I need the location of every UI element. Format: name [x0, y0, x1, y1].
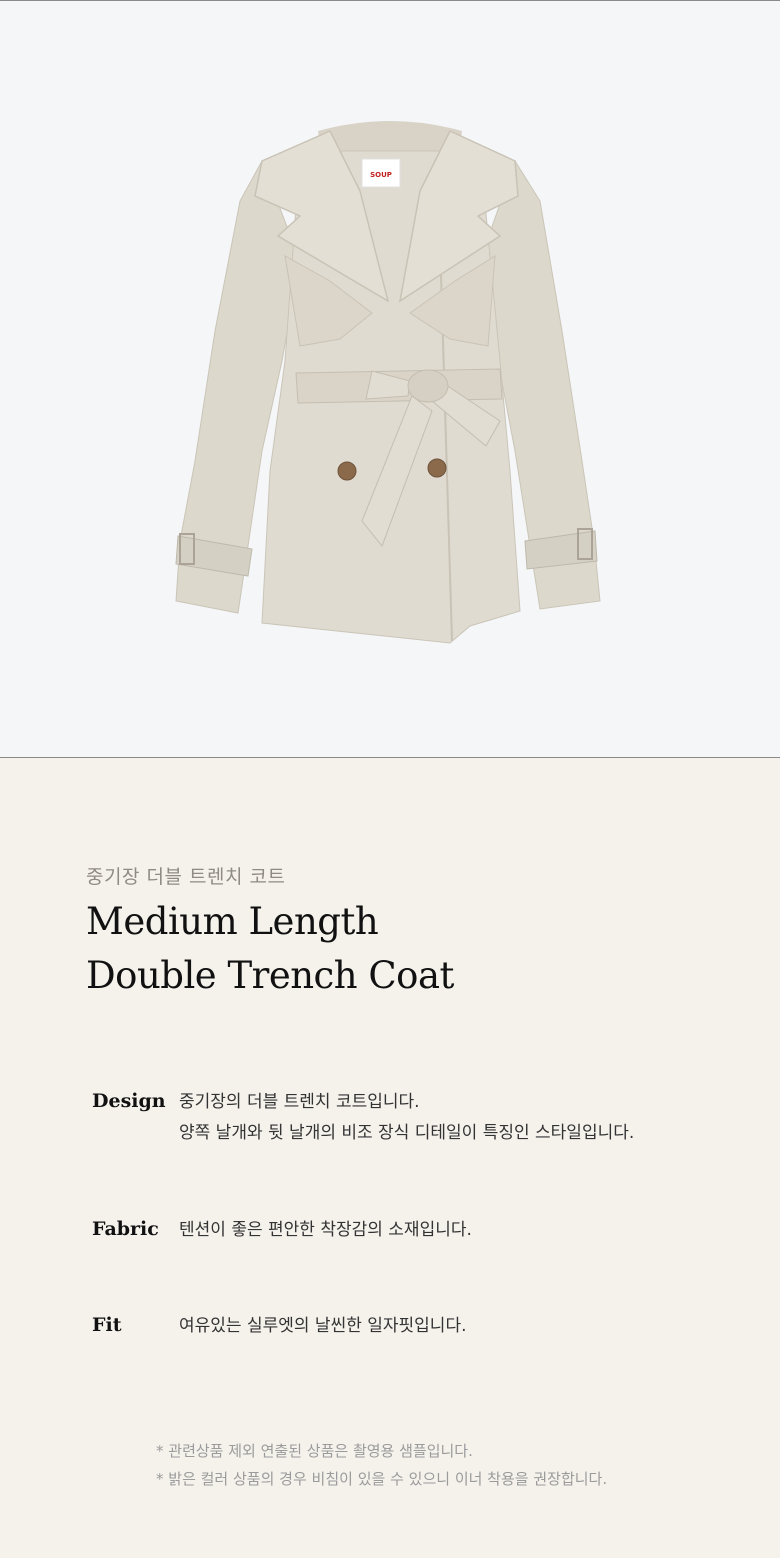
spec-line: 양쪽 날개와 뒷 날개의 비조 장식 디테일이 특징인 스타일입니다. [179, 1123, 635, 1143]
spec-text-fit: 여유있는 실루엣의 날씬한 일자핏입니다. [179, 1311, 467, 1342]
spec-label-design: Design [92, 1090, 166, 1112]
spec-text-fabric: 텐션이 좋은 편안한 착장감의 소재입니다. [179, 1215, 472, 1246]
spec-label-fit: Fit [92, 1314, 122, 1336]
spec-line: 중기장의 더블 트렌치 코트입니다. [179, 1092, 420, 1112]
product-detail-page: SOUP 중기장 더블 트렌치 코트 Medium Length Double … [0, 0, 780, 1558]
footnote: * 관련상품 제외 연출된 상품은 촬영용 샘플입니다. [156, 1442, 473, 1460]
brand-tag: SOUP [370, 171, 392, 179]
spec-line: 여유있는 실루엣의 날씬한 일자핏입니다. [179, 1316, 467, 1336]
spec-line: 텐션이 좋은 편안한 착장감의 소재입니다. [179, 1220, 472, 1240]
product-photo: SOUP [0, 0, 780, 757]
product-title: Medium Length Double Trench Coat [86, 895, 454, 1003]
trench-coat-image: SOUP [175, 121, 601, 644]
spec-label-fabric: Fabric [92, 1218, 159, 1240]
footnote: * 밝은 컬러 상품의 경우 비침이 있을 수 있으니 이너 착용을 권장합니다… [156, 1470, 608, 1488]
product-title-line-2: Double Trench Coat [86, 954, 454, 997]
product-subtitle-korean: 중기장 더블 트렌치 코트 [86, 866, 286, 888]
section-divider [0, 757, 780, 758]
footnotes: * 관련상품 제외 연출된 상품은 촬영용 샘플입니다. * 밝은 컬러 상품의… [156, 1437, 607, 1493]
spec-text-design: 중기장의 더블 트렌치 코트입니다. 양쪽 날개와 뒷 날개의 비조 장식 디테… [179, 1087, 634, 1149]
product-title-line-1: Medium Length [86, 900, 379, 943]
